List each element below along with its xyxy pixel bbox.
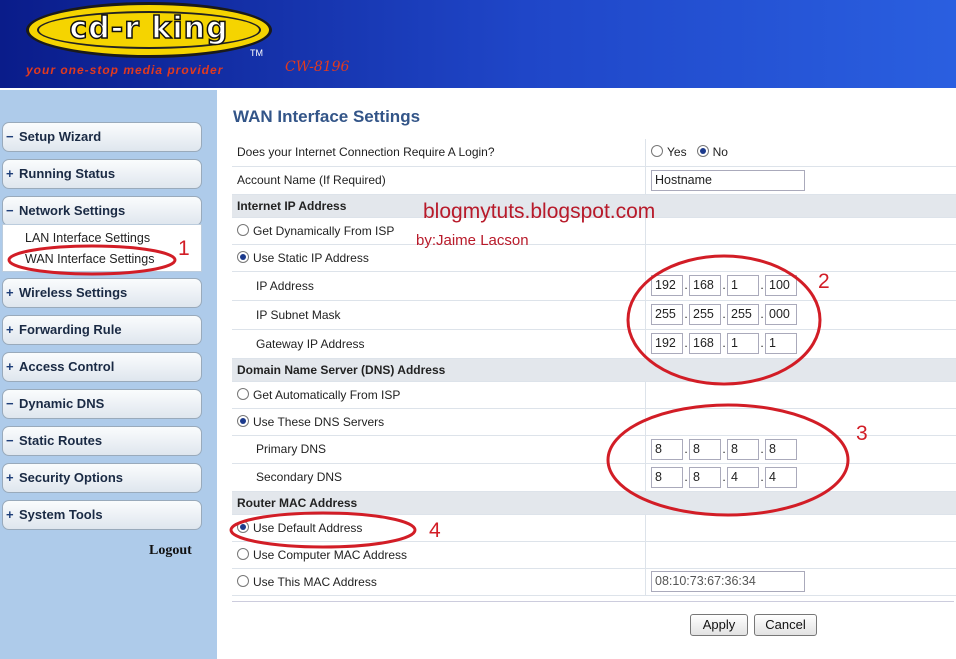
menu-label: Dynamic DNS: [19, 396, 105, 411]
ip-octet-2[interactable]: 168: [689, 275, 721, 296]
radio-dynamic-ip[interactable]: [237, 223, 249, 236]
menu-label: Access Control: [19, 359, 115, 374]
menu-running-status[interactable]: + Running Status: [2, 159, 202, 189]
mac-address-input[interactable]: 08:10:73:67:36:34: [651, 571, 805, 592]
primary-dns-octet-4[interactable]: 8: [765, 438, 797, 460]
subnet-octet-2[interactable]: 255: [689, 304, 721, 325]
menu-label: Setup Wizard: [19, 129, 102, 144]
collapse-icon: −: [6, 433, 14, 448]
subnet-octet-4[interactable]: 000: [765, 304, 797, 325]
menu-label: Network Settings: [19, 203, 126, 218]
expand-icon: +: [6, 470, 14, 485]
gateway-octet-1[interactable]: 192: [651, 333, 683, 354]
menu-network-settings[interactable]: − Network Settings: [2, 196, 202, 226]
blog-watermark: blogmytuts.blogspot.com: [423, 200, 656, 223]
login-no-option[interactable]: No: [696, 145, 728, 159]
form-divider: [232, 601, 954, 602]
menu-label: Running Status: [19, 166, 116, 181]
annotation-number-2: 2: [818, 270, 830, 293]
account-name-input[interactable]: Hostname: [651, 169, 805, 191]
trademark: TM: [250, 48, 263, 58]
login-question-label: Does your Internet Connection Require A …: [232, 139, 646, 167]
menu-label: System Tools: [19, 507, 103, 522]
expand-icon: +: [6, 285, 14, 300]
radio-mac-this[interactable]: [237, 574, 249, 587]
ip-octet-4[interactable]: 100: [765, 275, 797, 296]
subnet-octet-3[interactable]: 255: [727, 304, 759, 325]
primary-dns-octet-2[interactable]: 8: [689, 438, 721, 460]
page-title: WAN Interface Settings: [233, 107, 421, 126]
gateway-octet-2[interactable]: 168: [689, 333, 721, 354]
login-yes-option[interactable]: Yes: [651, 145, 687, 159]
submenu-lan-interface[interactable]: LAN Interface Settings: [25, 231, 150, 245]
gateway-label: Gateway IP Address: [232, 329, 646, 359]
annotation-number-1: 1: [178, 237, 190, 260]
header-banner: cd-r king TM your one-stop media provide…: [0, 0, 956, 88]
radio-static-ip[interactable]: [237, 250, 249, 263]
mac-this-option[interactable]: Use This MAC Address: [232, 568, 646, 596]
radio-yes[interactable]: [651, 145, 663, 158]
menu-label: Static Routes: [19, 433, 103, 448]
radio-dns-manual[interactable]: [237, 414, 249, 427]
dns-manual-option[interactable]: Use These DNS Servers: [232, 408, 646, 436]
annotation-number-4: 4: [429, 519, 441, 542]
ip-octet-3[interactable]: 1: [727, 275, 759, 296]
menu-dynamic-dns[interactable]: − Dynamic DNS: [2, 389, 202, 419]
mac-computer-option[interactable]: Use Computer MAC Address: [232, 541, 646, 569]
expand-icon: +: [6, 507, 14, 522]
ip-address-label: IP Address: [232, 271, 646, 301]
menu-label: Wireless Settings: [19, 285, 128, 300]
subnet-octet-1[interactable]: 255: [651, 304, 683, 325]
secondary-dns-octet-3[interactable]: 4: [727, 466, 759, 488]
radio-no[interactable]: [696, 145, 709, 158]
gateway-octet-4[interactable]: 1: [765, 333, 797, 354]
expand-icon: +: [6, 166, 14, 181]
expand-icon: +: [6, 359, 14, 374]
logout-link[interactable]: Logout: [149, 543, 192, 559]
menu-security-options[interactable]: + Security Options: [2, 463, 202, 493]
secondary-dns-octet-1[interactable]: 8: [651, 466, 683, 488]
radio-mac-default[interactable]: [237, 520, 249, 533]
section-mac: Router MAC Address: [232, 491, 956, 515]
menu-wireless-settings[interactable]: + Wireless Settings: [2, 278, 202, 308]
annotation-number-3: 3: [856, 422, 868, 445]
brand-logo: cd-r king: [26, 2, 272, 58]
radio-mac-computer[interactable]: [237, 547, 249, 560]
menu-static-routes[interactable]: − Static Routes: [2, 426, 202, 456]
secondary-dns-octet-4[interactable]: 4: [765, 466, 797, 488]
menu-label: Security Options: [19, 470, 124, 485]
network-submenu: LAN Interface Settings WAN Interface Set…: [2, 224, 202, 272]
menu-system-tools[interactable]: + System Tools: [2, 500, 202, 530]
submenu-wan-interface[interactable]: WAN Interface Settings: [25, 252, 154, 266]
apply-button[interactable]: Apply: [690, 614, 748, 636]
secondary-dns-octet-2[interactable]: 8: [689, 466, 721, 488]
primary-dns-label: Primary DNS: [232, 435, 646, 464]
dns-auto-option[interactable]: Get Automatically From ISP: [232, 381, 646, 409]
cancel-button[interactable]: Cancel: [754, 614, 817, 636]
collapse-icon: −: [6, 396, 14, 411]
sidebar-divider: [217, 88, 219, 659]
radio-dns-auto[interactable]: [237, 387, 249, 400]
ip-octet-1[interactable]: 192: [651, 275, 683, 296]
primary-dns-octet-3[interactable]: 8: [727, 438, 759, 460]
model-number: CW-8196: [285, 59, 350, 75]
menu-label: Forwarding Rule: [19, 322, 122, 337]
expand-icon: +: [6, 322, 14, 337]
logo-text: cd-r king: [69, 10, 229, 47]
primary-dns-octet-1[interactable]: 8: [651, 438, 683, 460]
subnet-mask-label: IP Subnet Mask: [232, 300, 646, 330]
author-watermark: by:Jaime Lacson: [416, 232, 529, 249]
collapse-icon: −: [6, 203, 14, 218]
collapse-icon: −: [6, 129, 14, 144]
menu-setup-wizard[interactable]: − Setup Wizard: [2, 122, 202, 152]
gateway-octet-3[interactable]: 1: [727, 333, 759, 354]
menu-access-control[interactable]: + Access Control: [2, 352, 202, 382]
account-name-label: Account Name (If Required): [232, 166, 646, 195]
tagline: your one-stop media provider: [26, 63, 224, 77]
section-dns: Domain Name Server (DNS) Address: [232, 358, 956, 382]
menu-forwarding-rule[interactable]: + Forwarding Rule: [2, 315, 202, 345]
secondary-dns-label: Secondary DNS: [232, 463, 646, 492]
